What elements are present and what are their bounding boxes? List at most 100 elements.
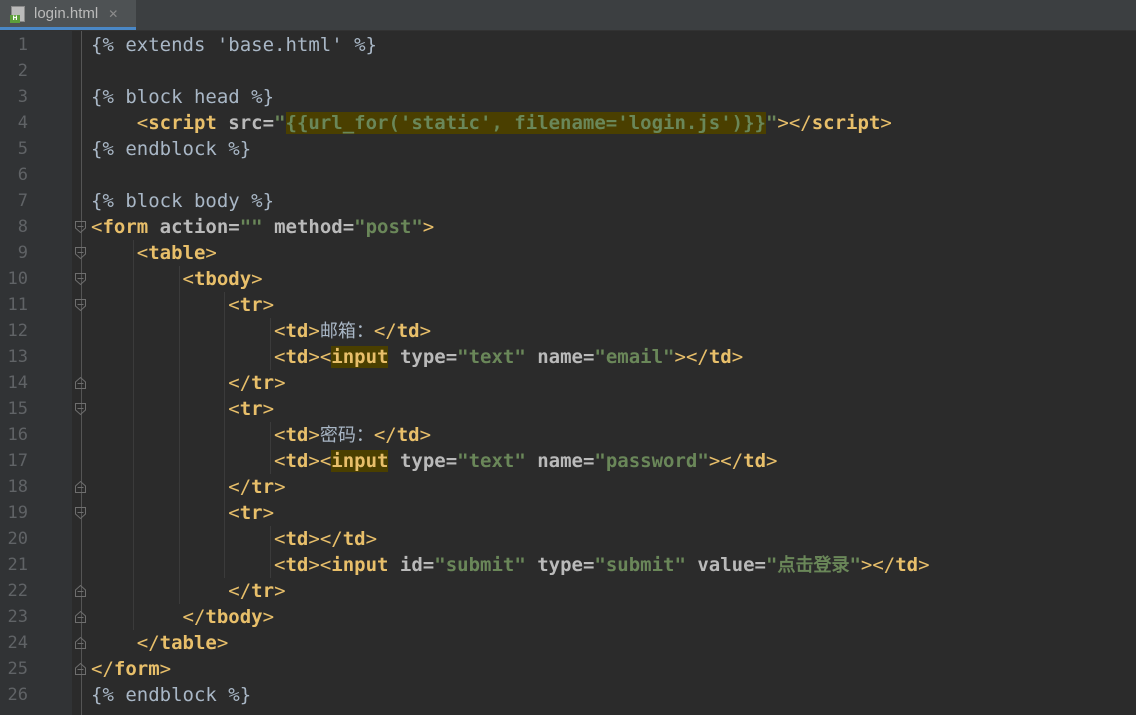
code-token: name= [537, 346, 595, 368]
code-text[interactable]: <td><input id="submit" type="submit" val… [91, 552, 930, 579]
code-line[interactable]: 19 <tr> [0, 500, 1136, 526]
code-token: > [918, 554, 930, 576]
code-text[interactable]: <table> [91, 240, 217, 266]
code-line[interactable]: 3 {% block head %} [0, 84, 1136, 110]
code-token: < [91, 216, 103, 238]
fold-start-icon[interactable] [74, 402, 87, 416]
code-token: > [216, 632, 229, 654]
code-token: < [274, 528, 286, 550]
code-token: < [274, 554, 286, 576]
line-number: 12 [7, 321, 28, 341]
code-text[interactable]: <td><input type="text" name="email"></td… [91, 344, 743, 370]
code-line[interactable]: 20 <td></td> [0, 526, 1136, 552]
code-text[interactable]: </tr> [91, 578, 285, 604]
code-token: "email" [594, 346, 675, 368]
line-number: 14 [7, 373, 28, 393]
code-line[interactable]: 7 {% block body %} [0, 188, 1136, 214]
code-token: "submit" [434, 554, 538, 576]
code-line[interactable]: 10 <tbody> [0, 266, 1136, 292]
code-token: > [308, 554, 320, 576]
code-line[interactable]: 1 {% extends 'base.html' %} [0, 32, 1136, 58]
code-line[interactable]: 24 </table> [0, 630, 1136, 656]
code-line[interactable]: 13 <td><input type="text" name="email"><… [0, 344, 1136, 370]
code-line[interactable]: 15 <tr> [0, 396, 1136, 422]
fold-end-icon[interactable] [74, 610, 87, 624]
code-token: td [396, 424, 420, 446]
code-text[interactable]: </table> [91, 630, 229, 656]
fold-end-icon[interactable] [74, 480, 87, 494]
code-text[interactable]: </tbody> [91, 604, 275, 630]
code-line[interactable]: 2 [0, 58, 1136, 84]
line-number: 2 [17, 61, 28, 81]
code-token: type= [399, 346, 458, 368]
code-line[interactable]: 16 <td>密码：</td> [0, 422, 1136, 448]
code-editor[interactable]: 1 {% extends 'base.html' %} 2 3 {% block hea… [0, 31, 1136, 715]
code-text[interactable]: <td><input type="text" name="password"><… [91, 448, 777, 474]
code-line[interactable]: 25 </form> [0, 656, 1136, 682]
code-token: action= [159, 216, 240, 238]
code-token: > [365, 528, 378, 550]
fold-end-icon[interactable] [74, 584, 87, 598]
code-text[interactable]: <tr> [91, 500, 274, 526]
code-line[interactable]: 17 <td><input type="text" name="password… [0, 448, 1136, 474]
code-text[interactable]: </tr> [91, 474, 285, 500]
code-text[interactable]: <td></td> [91, 526, 377, 552]
line-number: 19 [7, 503, 28, 523]
code-line[interactable]: 5 {% endblock %} [0, 136, 1136, 162]
code-text[interactable]: {% endblock %} [91, 682, 251, 708]
code-token: ></ [674, 346, 709, 368]
fold-end-icon[interactable] [74, 662, 87, 676]
fold-start-icon[interactable] [74, 298, 87, 312]
close-icon[interactable]: ✕ [108, 7, 118, 21]
code-text[interactable]: {% block head %} [91, 84, 274, 110]
code-text[interactable]: </form> [91, 656, 171, 682]
code-token: "password" [594, 450, 709, 472]
code-token: " [849, 554, 861, 576]
code-line[interactable]: 9 <table> [0, 240, 1136, 266]
fold-start-icon[interactable] [74, 506, 87, 520]
code-text[interactable]: <script src="{{url_for('static', filenam… [91, 110, 892, 136]
code-line[interactable]: 8 <form action="" method="post"> [0, 214, 1136, 240]
editor-tab-bar: H login.html ✕ [0, 0, 1136, 31]
code-line[interactable]: 12 <td>邮箱：</td> [0, 318, 1136, 344]
code-line[interactable]: 23 </tbody> [0, 604, 1136, 630]
code-line[interactable]: 26 {% endblock %} [0, 682, 1136, 708]
line-number: 17 [7, 451, 28, 471]
code-token: < [274, 424, 286, 446]
code-text[interactable]: {% block body %} [91, 188, 274, 214]
code-text[interactable]: {% extends 'base.html' %} [91, 32, 377, 58]
fold-start-icon[interactable] [74, 272, 87, 286]
code-text[interactable]: </tr> [91, 370, 285, 396]
line-number: 13 [7, 347, 28, 367]
code-line[interactable]: 21 <td><input id="submit" type="submit" … [0, 552, 1136, 578]
code-text[interactable]: <tbody> [91, 266, 263, 292]
code-text[interactable]: {% endblock %} [91, 136, 251, 162]
fold-start-icon[interactable] [74, 246, 87, 260]
line-number: 5 [17, 139, 28, 159]
fold-end-icon[interactable] [74, 636, 87, 650]
code-text[interactable]: <tr> [91, 292, 274, 318]
code-line[interactable]: 11 <tr> [0, 292, 1136, 318]
highlighted-token: {{url_for('static', filename='login.js')… [285, 112, 766, 134]
code-token: td [895, 554, 919, 576]
code-text[interactable]: <tr> [91, 396, 274, 422]
code-token: name= [537, 450, 595, 472]
code-line[interactable]: 14 </tr> [0, 370, 1136, 396]
code-token: td [285, 450, 309, 472]
code-text[interactable]: <td>邮箱：</td> [91, 318, 431, 345]
code-line[interactable]: 4 <script src="{{url_for('static', filen… [0, 110, 1136, 136]
code-token: < [136, 242, 149, 264]
code-line[interactable]: 18 </tr> [0, 474, 1136, 500]
tab-login-html[interactable]: H login.html ✕ [0, 0, 136, 30]
code-token: > [159, 658, 172, 680]
code-text[interactable]: <td>密码：</td> [91, 422, 431, 449]
code-token: {% endblock %} [91, 138, 252, 160]
code-token: type= [399, 450, 458, 472]
code-line[interactable]: 6 [0, 162, 1136, 188]
code-text[interactable]: <form action="" method="post"> [91, 214, 434, 240]
fold-start-icon[interactable] [74, 220, 87, 234]
fold-end-icon[interactable] [74, 376, 87, 390]
code-line[interactable]: 22 </tr> [0, 578, 1136, 604]
